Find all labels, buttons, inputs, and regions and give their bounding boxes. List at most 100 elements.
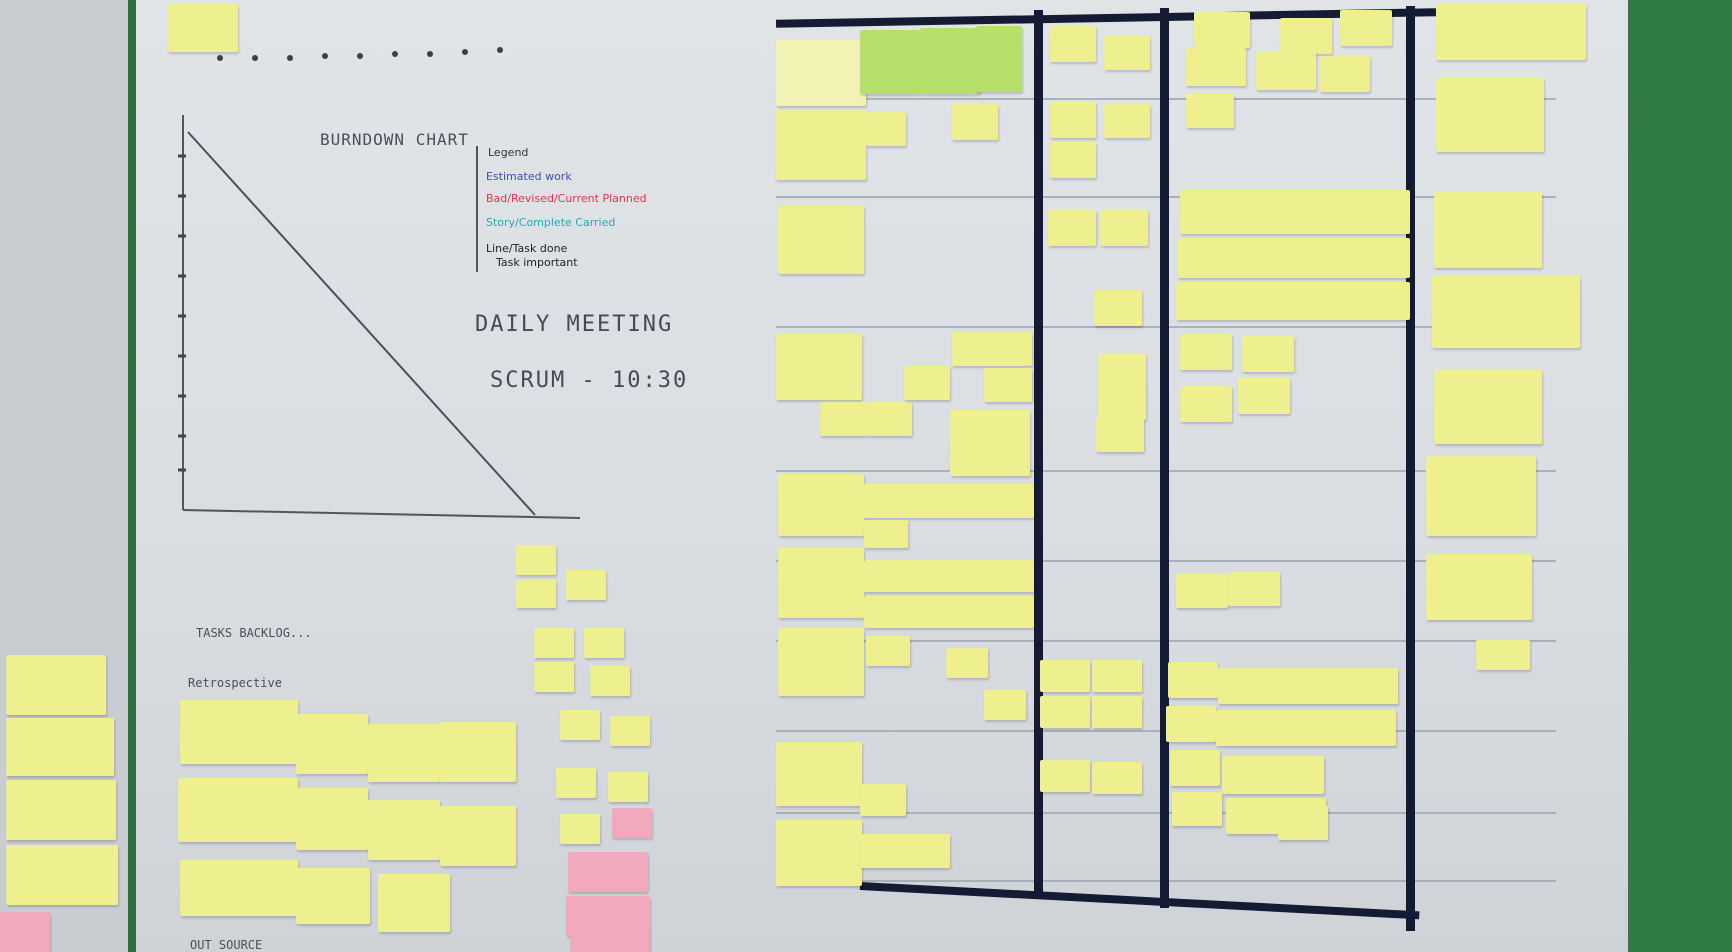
- legend-item: Line/Task done: [486, 242, 568, 255]
- todo-sticky-note: [866, 112, 906, 146]
- legend-item: Bad/Revised/Current Planned: [486, 192, 647, 205]
- column-divider: [1160, 8, 1169, 908]
- progress-sticky-note: [1040, 660, 1090, 692]
- review-sticky-note: [1242, 336, 1294, 372]
- todo-sticky-note: [952, 104, 998, 140]
- review-sticky-note: [1194, 12, 1250, 48]
- mid-sticky-note: [560, 814, 600, 844]
- progress-sticky-note: [1040, 760, 1090, 792]
- legend-item: Task important: [496, 256, 578, 269]
- progress-sticky-note: [1094, 290, 1142, 326]
- todo-sticky-note: [984, 690, 1026, 720]
- review-sticky-note: [1186, 48, 1246, 86]
- progress-sticky-note: [1050, 102, 1096, 138]
- done-sticky-note: [1434, 370, 1542, 444]
- todo-sticky-note: [864, 520, 908, 548]
- review-sticky-note: [1216, 710, 1396, 746]
- backlog-sticky-note: [296, 714, 368, 774]
- todo-sticky-note: [946, 648, 988, 678]
- mid-sticky-note: [534, 628, 574, 658]
- todo-sticky-note: [776, 334, 862, 400]
- progress-sticky-note: [1104, 36, 1150, 70]
- footer-label: OUT SOURCE: [190, 938, 263, 952]
- mid-sticky-note: [566, 570, 606, 600]
- progress-sticky-note: [1092, 660, 1142, 692]
- todo-sticky-note: [778, 206, 864, 274]
- review-sticky-note: [1176, 282, 1410, 320]
- todo-sticky-note: [778, 548, 864, 618]
- review-sticky-note: [1172, 792, 1222, 826]
- review-sticky-note: [1228, 572, 1280, 606]
- scrum-time-note: SCRUM - 10:30: [490, 368, 689, 393]
- review-sticky-note: [1238, 378, 1290, 414]
- backlog-sticky-note: [368, 724, 440, 782]
- review-sticky-note: [1180, 334, 1232, 370]
- todo-sticky-note: [776, 742, 862, 806]
- todo-sticky-note: [984, 368, 1032, 402]
- mid-sticky-note: [610, 716, 650, 746]
- todo-sticky-note: [866, 636, 910, 666]
- burndown-chart-title: BURNDOWN CHART: [320, 130, 469, 149]
- mid-sticky-note: [584, 628, 624, 658]
- mid-sticky-note: [560, 710, 600, 740]
- review-sticky-note: [1168, 662, 1218, 698]
- progress-sticky-note: [1092, 696, 1142, 728]
- progress-sticky-note: [1048, 210, 1096, 246]
- chart-legend: Legend Estimated work Bad/Revised/Curren…: [476, 146, 658, 272]
- review-sticky-note: [1222, 756, 1324, 794]
- backlog-sticky-note: [180, 700, 298, 764]
- review-sticky-note: [1278, 806, 1328, 840]
- mid-sticky-note-pink: [566, 896, 650, 936]
- done-sticky-note: [1432, 276, 1580, 348]
- mid-sticky-note-pink: [570, 934, 650, 952]
- review-sticky-note: [1180, 190, 1410, 234]
- backlog-sticky-note: [440, 722, 516, 782]
- done-sticky-note: [1426, 554, 1532, 620]
- todo-sticky-note: [860, 784, 906, 816]
- progress-sticky-note: [1096, 418, 1144, 452]
- mid-sticky-note: [590, 666, 630, 696]
- todo-sticky-note: [864, 596, 1034, 628]
- todo-sticky-note: [952, 332, 1032, 366]
- review-sticky-note: [1218, 668, 1398, 704]
- todo-sticky-note: [776, 110, 866, 180]
- backlog-sticky-note: [180, 860, 298, 916]
- review-sticky-note: [1176, 574, 1228, 608]
- todo-sticky-note: [950, 410, 1030, 476]
- todo-sticky-note: [776, 820, 862, 886]
- todo-sticky-note: [820, 402, 866, 436]
- review-sticky-note: [1280, 18, 1332, 54]
- progress-sticky-note: [1098, 386, 1146, 420]
- done-sticky-note: [1476, 640, 1530, 670]
- backlog-sticky-note: [296, 868, 370, 924]
- done-sticky-note: [1436, 4, 1586, 60]
- progress-sticky-note: [1050, 142, 1096, 178]
- review-sticky-note: [1166, 706, 1216, 742]
- progress-sticky-note: [1050, 26, 1096, 62]
- review-sticky-note: [1170, 750, 1220, 786]
- daily-meeting-note: DAILY MEETING: [475, 312, 674, 337]
- review-sticky-note: [1178, 238, 1410, 278]
- progress-sticky-note: [1104, 104, 1150, 138]
- legend-title: Legend: [488, 146, 529, 159]
- mid-sticky-note-pink: [568, 852, 648, 892]
- review-sticky-note: [1180, 386, 1232, 422]
- mid-sticky-note-pink: [612, 808, 652, 838]
- backlog-sticky-note: [368, 800, 440, 860]
- legend-item: Story/Complete Carried: [486, 216, 616, 229]
- todo-sticky-note: [778, 474, 864, 536]
- backlog-sticky-note: [178, 778, 298, 842]
- todo-sticky-note: [864, 484, 1034, 518]
- review-sticky-note: [1320, 56, 1370, 92]
- todo-sticky-note-green: [860, 30, 920, 94]
- progress-sticky-note: [1100, 210, 1148, 246]
- todo-sticky-note: [778, 628, 864, 696]
- mid-sticky-note: [556, 768, 596, 798]
- done-sticky-note: [1434, 192, 1542, 268]
- review-sticky-note: [1340, 10, 1392, 46]
- legend-item: Estimated work: [486, 170, 572, 183]
- tasks-backlog-label: TASKS BACKLOG...: [196, 626, 312, 640]
- mid-sticky-note: [516, 545, 556, 575]
- done-sticky-note: [1426, 456, 1536, 536]
- progress-sticky-note: [1098, 354, 1146, 388]
